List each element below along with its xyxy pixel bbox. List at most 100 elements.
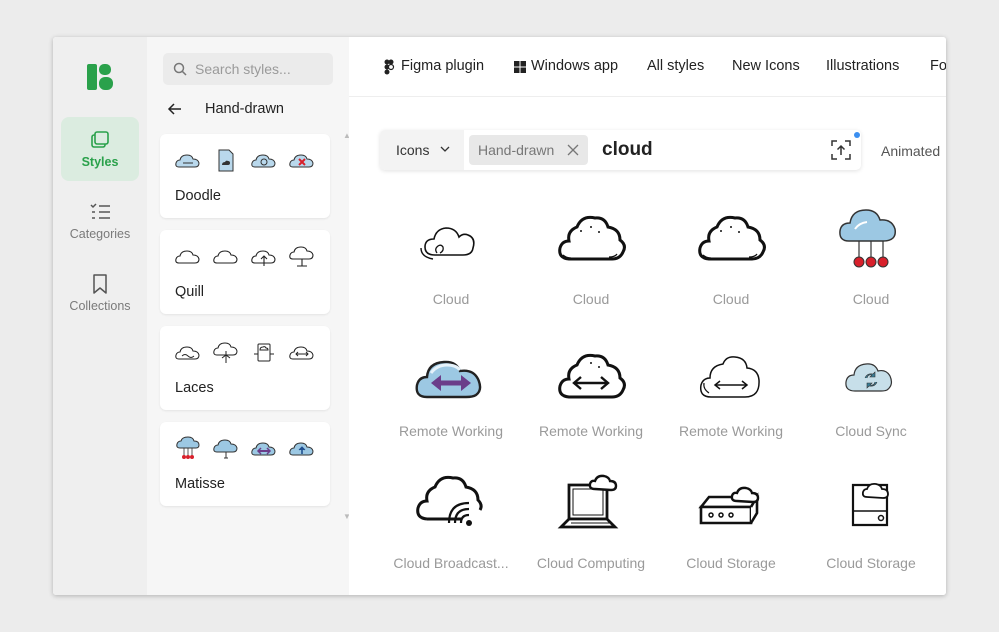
bookmark-icon: [93, 274, 107, 294]
result-label: Cloud: [572, 291, 610, 307]
brand-logo[interactable]: [87, 64, 113, 90]
result-item[interactable]: Cloud Broadcast...: [381, 461, 521, 586]
main-content: Figma plugin Windows app All styles New …: [349, 37, 946, 595]
animated-toggle[interactable]: Animated: [881, 143, 940, 159]
result-label: Cloud: [432, 291, 470, 307]
result-item[interactable]: Remote Working: [661, 329, 801, 454]
nav-all-styles[interactable]: All styles: [647, 58, 704, 74]
style-preview-icons: [174, 244, 318, 270]
style-card-laces[interactable]: Laces: [160, 326, 330, 410]
rail-item-categories[interactable]: Categories: [61, 189, 139, 253]
result-item[interactable]: Cloud Sync: [801, 329, 941, 454]
chip-label: Hand-drawn: [478, 142, 555, 158]
cloud-tree-icon: [213, 342, 238, 363]
result-label: Remote Working: [398, 423, 503, 439]
cloud-remote-icon: [251, 442, 276, 456]
result-item[interactable]: Cloud: [661, 197, 801, 322]
cloud-sync-icon: [845, 363, 893, 392]
search-icon: [173, 62, 187, 76]
cloud-icon: [175, 250, 200, 264]
result-item[interactable]: Cloud Storage: [661, 461, 801, 586]
cloud-storage-icon: [851, 482, 889, 527]
result-item[interactable]: Cloud: [801, 197, 941, 322]
cloud-plug-icon: [213, 439, 238, 459]
results-grid: Cloud Cloud Cloud Cloud Remote Working R…: [381, 197, 946, 595]
result-item[interactable]: Cloud: [381, 197, 521, 322]
cloud-network-icon: [289, 246, 314, 267]
cloud-broadcast-icon: [416, 475, 483, 526]
result-label: Remote Working: [678, 423, 783, 439]
cloud-icon: [558, 215, 626, 261]
notification-dot: [854, 132, 860, 138]
result-item[interactable]: Cloud Computing: [521, 461, 661, 586]
cloud-network-icon: [839, 209, 896, 268]
result-label: Cloud Storage: [686, 555, 776, 571]
nav-overflow-item[interactable]: Fo: [930, 58, 946, 74]
cloud-sync-icon: [251, 154, 276, 168]
cloud-upload-icon: [289, 442, 314, 456]
result-label: Cloud Computing: [536, 555, 646, 571]
result-item[interactable]: Remote Working: [381, 329, 521, 454]
result-label: Cloud: [712, 291, 750, 307]
nav-illustrations[interactable]: Illustrations: [826, 58, 899, 74]
app-window: Styles Categories Collections Search sty…: [53, 37, 946, 595]
cloud-remote-icon: [289, 346, 314, 360]
style-card-doodle[interactable]: Doodle: [160, 134, 330, 218]
cloud-document-icon: [218, 149, 234, 172]
chevron-down-icon: [440, 146, 450, 152]
cloud-remote-icon: [558, 353, 626, 399]
nav-windows-app[interactable]: Windows app: [531, 58, 618, 74]
style-search-input[interactable]: [195, 59, 325, 79]
style-family-title: Hand-drawn: [205, 101, 284, 117]
cloud-upload-icon: [251, 250, 276, 266]
cloud-remote-icon: [415, 360, 482, 399]
windows-icon: [514, 61, 526, 73]
categories-icon: [90, 203, 110, 219]
style-preview-icons: [174, 148, 318, 174]
style-card-matisse[interactable]: Matisse: [160, 422, 330, 506]
top-nav: Figma plugin Windows app All styles New …: [349, 37, 946, 97]
cloud-computing-icon: [557, 474, 619, 529]
styles-icon: [91, 131, 109, 148]
asset-type-dropdown[interactable]: Icons: [380, 130, 464, 170]
rail-label: Collections: [69, 299, 131, 313]
cloud-error-icon: [289, 154, 314, 168]
style-preview-icons: [174, 436, 318, 462]
style-card-quill[interactable]: Quill: [160, 230, 330, 314]
result-item[interactable]: Remote Working: [521, 329, 661, 454]
nav-figma-plugin[interactable]: Figma plugin: [401, 58, 484, 74]
style-card-label: Matisse: [175, 476, 225, 492]
asset-type-value: Icons: [396, 142, 430, 158]
search-query[interactable]: cloud: [602, 139, 653, 161]
style-preview-icons: [174, 340, 318, 366]
style-card-label: Laces: [175, 380, 214, 396]
cloud-icon: [213, 250, 238, 264]
image-search-icon[interactable]: [830, 139, 852, 161]
styles-panel: Hand-drawn: [147, 37, 351, 595]
result-label: Cloud Storage: [826, 555, 916, 571]
rail-item-styles[interactable]: Styles: [61, 117, 139, 181]
arrow-left-icon[interactable]: [167, 101, 183, 117]
style-search[interactable]: [163, 53, 333, 85]
cloud-remote-icon: [699, 356, 760, 398]
style-card-label: Quill: [175, 284, 205, 300]
icon-search-bar: Icons Hand-drawn cloud: [380, 130, 861, 170]
close-icon[interactable]: [567, 144, 579, 156]
cloud-icon: [420, 227, 475, 260]
result-item[interactable]: Cloud Storage: [801, 461, 941, 586]
cloud-remote-icon: [175, 154, 200, 168]
cloud-network-icon: [176, 436, 200, 459]
left-rail: Styles Categories Collections: [53, 37, 147, 595]
result-label: Remote Working: [538, 423, 643, 439]
style-card-label: Doodle: [175, 188, 221, 204]
result-item[interactable]: Cloud: [521, 197, 661, 322]
cloud-icon: [175, 346, 200, 360]
style-filter-chip: Hand-drawn: [469, 135, 588, 165]
nav-new-icons[interactable]: New Icons: [732, 58, 800, 74]
result-label: Cloud Sync: [835, 423, 907, 439]
cloud-icon: [698, 215, 766, 261]
rail-item-collections[interactable]: Collections: [61, 261, 139, 325]
cloud-storage-icon: [698, 486, 760, 525]
rail-label: Categories: [69, 227, 131, 241]
rail-label: Styles: [81, 155, 119, 169]
